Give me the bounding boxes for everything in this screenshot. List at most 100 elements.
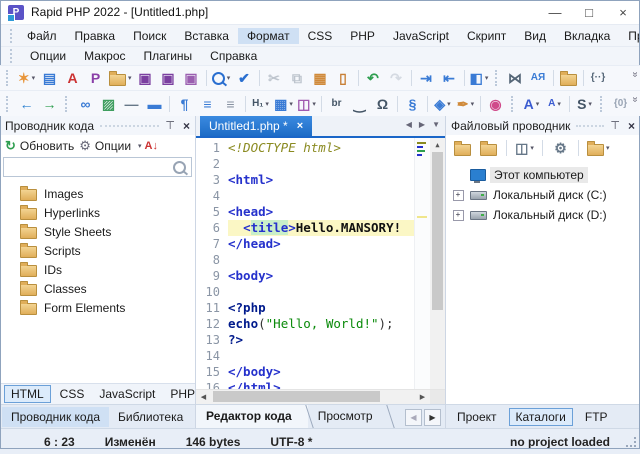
toolbar-grip[interactable]: [600, 96, 605, 112]
code-line-text[interactable]: [228, 284, 414, 300]
maximize-button[interactable]: □: [572, 0, 606, 24]
insert-tag-button[interactable]: ◈▾: [431, 94, 454, 114]
tab-scroll-left-icon[interactable]: ◀: [406, 120, 412, 129]
save-button[interactable]: ▣: [134, 68, 157, 88]
new-file-button[interactable]: ✶▾: [15, 68, 38, 88]
horizontal-scrollbar[interactable]: ◀ ▶: [196, 389, 445, 404]
panel-tab-библиотека[interactable]: Библиотека: [109, 407, 192, 427]
tree-item-classes[interactable]: Classes: [0, 279, 195, 298]
favorites-button[interactable]: ▾: [585, 138, 612, 158]
file-tree-item-локальный-диск-c-[interactable]: +Локальный диск (C:): [446, 185, 640, 205]
new-text-document-button[interactable]: A: [61, 68, 84, 88]
menu-item-css[interactable]: CSS: [299, 28, 342, 44]
vertical-scrollbar[interactable]: ▲: [430, 138, 445, 389]
text-style-button[interactable]: S▾: [573, 94, 596, 114]
menu-item-javascript[interactable]: JavaScript: [384, 28, 458, 44]
gear-icon[interactable]: ⚙: [79, 138, 91, 154]
file-tree-item-этот-компьютер[interactable]: Этот компьютер: [446, 165, 640, 185]
decrease-font-button[interactable]: A▾: [543, 94, 566, 114]
panel-tab-ftp[interactable]: FTP: [579, 409, 614, 425]
view-tab-right-icon[interactable]: ▶: [424, 409, 441, 426]
scroll-right-icon[interactable]: ▶: [415, 393, 430, 401]
code-line-text[interactable]: ?>: [228, 332, 414, 348]
view-tab-left-icon[interactable]: ◀: [405, 409, 422, 426]
save-as-button[interactable]: ▣: [180, 68, 203, 88]
lang-tab-css[interactable]: CSS: [54, 386, 91, 402]
code-line-text[interactable]: </html>: [228, 380, 414, 389]
toolbar-grip[interactable]: [6, 96, 11, 112]
code-line-text[interactable]: [228, 252, 414, 268]
refresh-button[interactable]: Обновить: [20, 139, 74, 153]
code-line-text[interactable]: [228, 348, 414, 364]
find-in-files-button[interactable]: ⋈: [504, 68, 527, 88]
sort-az-icon[interactable]: A↓: [145, 140, 158, 152]
document-tab[interactable]: Untitled1.php * ×: [200, 116, 312, 136]
horizontal-rule-button[interactable]: —: [120, 94, 143, 114]
toolbar-grip[interactable]: [511, 96, 516, 112]
code-minimap[interactable]: [414, 138, 430, 389]
code-line-text[interactable]: <html>: [228, 172, 414, 188]
minimize-button[interactable]: —: [538, 0, 572, 24]
non-breaking-space-button[interactable]: ‿: [348, 94, 371, 114]
menu-item-вставка[interactable]: Вставка: [175, 28, 238, 44]
heading-button[interactable]: H₁▾: [249, 94, 272, 114]
code-line-text[interactable]: echo("Hello, World!");: [228, 316, 414, 332]
view-tab-просмотр[interactable]: Просмотр: [308, 405, 389, 428]
search-button[interactable]: ▾: [210, 68, 233, 88]
code-line-text[interactable]: <?php: [228, 300, 414, 316]
code-text[interactable]: 1<!DOCTYPE html>23<html>45<head>6 <title…: [196, 138, 414, 389]
view-mode-button[interactable]: ◫▾: [513, 138, 536, 158]
paste-from-clipboard-button[interactable]: ▯: [332, 68, 355, 88]
folder-options-button[interactable]: ⚙: [549, 138, 572, 158]
toolbar-grip[interactable]: [6, 70, 11, 86]
toolbar-grip[interactable]: [495, 70, 500, 86]
menu-item-поиск[interactable]: Поиск: [124, 28, 175, 44]
tree-item-form-elements[interactable]: Form Elements: [0, 298, 195, 317]
insert-image-button[interactable]: ▨: [97, 94, 120, 114]
lang-tab-html[interactable]: HTML: [4, 385, 51, 403]
increase-indent-button[interactable]: ⇥: [415, 68, 438, 88]
new-php-document-button[interactable]: P: [84, 68, 107, 88]
menu-item-скрипт[interactable]: Скрипт: [458, 28, 515, 44]
spell-check-button[interactable]: ✔: [233, 68, 256, 88]
file-tree-item-локальный-диск-d-[interactable]: +Локальный диск (D:): [446, 205, 640, 225]
new-folder-button[interactable]: [477, 138, 500, 158]
undo-button[interactable]: ↶: [362, 68, 385, 88]
tree-item-style-sheets[interactable]: Style Sheets: [0, 222, 195, 241]
search-input[interactable]: [9, 159, 173, 175]
paragraph-button[interactable]: ¶: [173, 94, 196, 114]
layout-view-button[interactable]: ◧▾: [468, 68, 491, 88]
refresh-icon[interactable]: ↻: [5, 138, 16, 154]
increase-font-button[interactable]: A▾: [520, 94, 543, 114]
tree-item-hyperlinks[interactable]: Hyperlinks: [0, 203, 195, 222]
panel-tab-каталоги[interactable]: Каталоги: [509, 408, 573, 426]
toolbar-grip[interactable]: [65, 96, 70, 112]
menu-item-файл[interactable]: Файл: [18, 28, 66, 44]
numbered-list-button[interactable]: ≡: [219, 94, 242, 114]
save-all-button[interactable]: ▣: [157, 68, 180, 88]
replace-in-files-button[interactable]: АЯ: [527, 68, 550, 88]
insert-form-button[interactable]: ◫▾: [295, 94, 318, 114]
folder-up-button[interactable]: [451, 138, 474, 158]
insert-script-button[interactable]: §: [401, 94, 424, 114]
code-line-text[interactable]: <head>: [228, 204, 414, 220]
menu-item-вкладка[interactable]: Вкладка: [555, 28, 619, 44]
tree-item-scripts[interactable]: Scripts: [0, 241, 195, 260]
code-line-text[interactable]: </head>: [228, 236, 414, 252]
close-tab-icon[interactable]: ×: [297, 120, 303, 132]
lang-tab-javascript[interactable]: JavaScript: [93, 386, 161, 402]
line-break-button[interactable]: br: [325, 94, 348, 114]
menu-item-вид[interactable]: Вид: [515, 28, 555, 44]
menu-item-правка[interactable]: Правка: [66, 28, 125, 44]
code-line-text[interactable]: <body>: [228, 268, 414, 284]
vertical-scroll-thumb[interactable]: [432, 152, 443, 310]
scroll-left-icon[interactable]: ◀: [196, 393, 211, 401]
find-in-folder-button[interactable]: [557, 68, 580, 88]
menu-item-php[interactable]: PHP: [341, 28, 384, 44]
format-painter-button[interactable]: ✒▾: [454, 94, 477, 114]
menu-item-плагины[interactable]: Плагины: [135, 48, 202, 64]
hyperlink-button[interactable]: ∞: [74, 94, 97, 114]
code-line-text[interactable]: [228, 156, 414, 172]
menu-item-формат[interactable]: Формат: [238, 28, 299, 44]
menu-item-опции[interactable]: Опции: [21, 48, 75, 64]
